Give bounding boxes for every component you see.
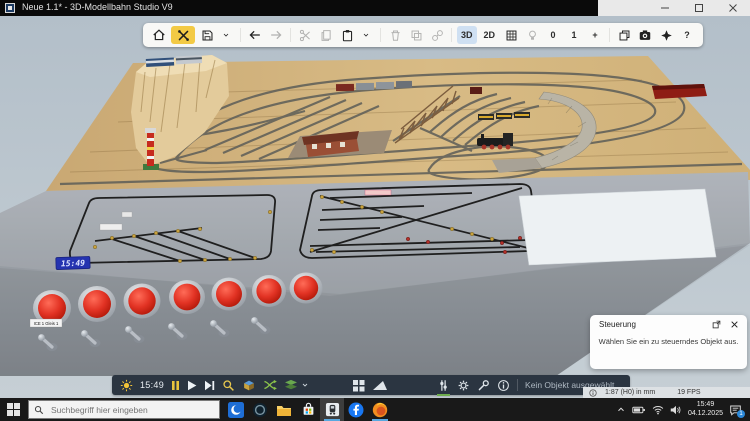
add-layer-button[interactable]: + <box>586 26 604 44</box>
maximize-button[interactable] <box>682 0 716 16</box>
red-button[interactable] <box>124 284 161 319</box>
status-strip: 1:87 (H0) in mm 19 FPS <box>583 387 750 398</box>
shuffle-icon[interactable] <box>263 379 277 391</box>
fps-label: 19 FPS <box>677 389 700 396</box>
clock-date: 04.12.2025 <box>688 410 723 419</box>
titlebar: Neue 1.1* - 3D-Modellbahn Studio V9 <box>0 0 750 16</box>
delete-button[interactable] <box>386 26 404 44</box>
help-button[interactable]: ? <box>678 26 696 44</box>
taskbar-app-firefox[interactable] <box>368 398 392 421</box>
volume-icon[interactable] <box>670 405 682 415</box>
paste-dropdown[interactable] <box>357 26 375 44</box>
window-title: Neue 1.1* - 3D-Modellbahn Studio V9 <box>22 2 173 12</box>
paste-button[interactable] <box>338 26 356 44</box>
taskbar-app-explorer[interactable] <box>272 398 296 421</box>
light-button[interactable] <box>523 26 541 44</box>
simulation-time: 15:49 <box>140 380 164 390</box>
link-button[interactable] <box>428 26 446 44</box>
system-tray: 15:49 04.12.2025 1 <box>616 398 750 421</box>
zoom-tool-icon[interactable] <box>222 379 235 392</box>
panel-close-icon[interactable] <box>730 320 739 329</box>
minimize-button[interactable] <box>648 0 682 16</box>
plugin-button[interactable] <box>657 26 675 44</box>
popout-icon[interactable] <box>712 320 721 329</box>
pause-button[interactable] <box>171 380 180 391</box>
new-window-button[interactable] <box>615 26 633 44</box>
app-window: Neue 1.1* - 3D-Modellbahn Studio V9 <box>0 0 750 421</box>
taskbar-search[interactable] <box>28 400 220 419</box>
view-3d-button[interactable]: 3D <box>457 26 477 44</box>
view-2d-button[interactable]: 2D <box>480 26 500 44</box>
svg-text:ICE 1 Gleis 1: ICE 1 Gleis 1 <box>34 321 59 326</box>
start-button[interactable] <box>0 398 26 421</box>
viewport-3d[interactable]: 15:49 ICE 1 Gleis 1 <box>0 16 750 398</box>
play-button[interactable] <box>187 380 197 391</box>
blank-panel <box>519 189 716 265</box>
layers-menu[interactable] <box>284 379 309 391</box>
desk-button-label: ICE 1 Gleis 1 <box>30 319 62 327</box>
schematic-label <box>100 224 122 230</box>
settings-gear-icon[interactable] <box>457 379 470 392</box>
controls-tab-icon[interactable] <box>437 379 450 392</box>
tray-chevron-icon[interactable] <box>616 405 626 414</box>
scale-label: 1:87 (H0) in mm <box>605 389 655 396</box>
layer-0-button[interactable]: 0 <box>544 26 562 44</box>
steuerung-panel: Steuerung Wählen Sie ein zu steuerndes O… <box>590 315 747 369</box>
undo-button[interactable] <box>246 26 264 44</box>
close-button[interactable] <box>716 0 750 16</box>
search-icon <box>34 405 44 415</box>
redo-button[interactable] <box>267 26 285 44</box>
playback-toolbar: 15:49 <box>112 375 630 395</box>
camera-button[interactable] <box>636 26 654 44</box>
schematic-label <box>122 212 132 217</box>
taskbar-app-store[interactable] <box>296 398 320 421</box>
info-icon[interactable] <box>497 379 510 392</box>
duplicate-button[interactable] <box>407 26 425 44</box>
active-tab-indicator <box>437 394 450 396</box>
battery-icon[interactable] <box>632 405 646 415</box>
taskbar-clock[interactable]: 15:49 04.12.2025 <box>688 401 723 419</box>
panels-grid-icon[interactable] <box>352 379 365 392</box>
layer-1-button[interactable]: 1 <box>565 26 583 44</box>
steuerung-message: Wählen Sie ein zu steuerndes Objekt aus. <box>590 331 747 346</box>
terrain-icon[interactable] <box>372 379 388 391</box>
notification-badge: 1 <box>737 410 745 418</box>
cut-button[interactable] <box>296 26 314 44</box>
windows-taskbar: 15:49 04.12.2025 1 <box>0 398 750 421</box>
save-button[interactable] <box>198 26 216 44</box>
red-train[interactable] <box>652 84 707 99</box>
red-button[interactable] <box>212 278 247 311</box>
taskbar-app-edge[interactable] <box>224 398 248 421</box>
camera-view-icon[interactable] <box>242 379 256 392</box>
network-icon[interactable] <box>652 405 664 415</box>
taskbar-app-facebook[interactable] <box>344 398 368 421</box>
red-button[interactable] <box>252 275 286 307</box>
schematic-label <box>365 190 391 195</box>
red-button[interactable] <box>169 280 205 314</box>
red-button[interactable] <box>78 286 116 322</box>
save-dropdown[interactable] <box>217 26 235 44</box>
edit-tools-button[interactable] <box>171 26 195 44</box>
steuerung-title: Steuerung <box>599 320 703 329</box>
taskbar-app-circle[interactable] <box>248 398 272 421</box>
scale-info-icon <box>589 389 597 397</box>
svg-text:15:49: 15:49 <box>61 259 86 269</box>
search-input[interactable] <box>49 404 199 416</box>
notification-icon[interactable]: 1 <box>729 404 742 416</box>
taskbar-app-modellbahn-active[interactable] <box>320 398 344 421</box>
step-forward-button[interactable] <box>204 380 215 391</box>
tools-tab-icon[interactable] <box>477 379 490 392</box>
copy-button[interactable] <box>317 26 335 44</box>
clock-time: 15:49 <box>688 401 723 410</box>
home-button[interactable] <box>150 26 168 44</box>
red-button[interactable] <box>290 273 323 304</box>
main-toolbar: 3D 2D 0 1 + ? <box>143 23 703 47</box>
app-icon <box>5 3 15 13</box>
grid-button[interactable] <box>502 26 520 44</box>
daylight-icon[interactable] <box>120 379 133 392</box>
desk-clock-display: 15:49 <box>56 256 90 269</box>
